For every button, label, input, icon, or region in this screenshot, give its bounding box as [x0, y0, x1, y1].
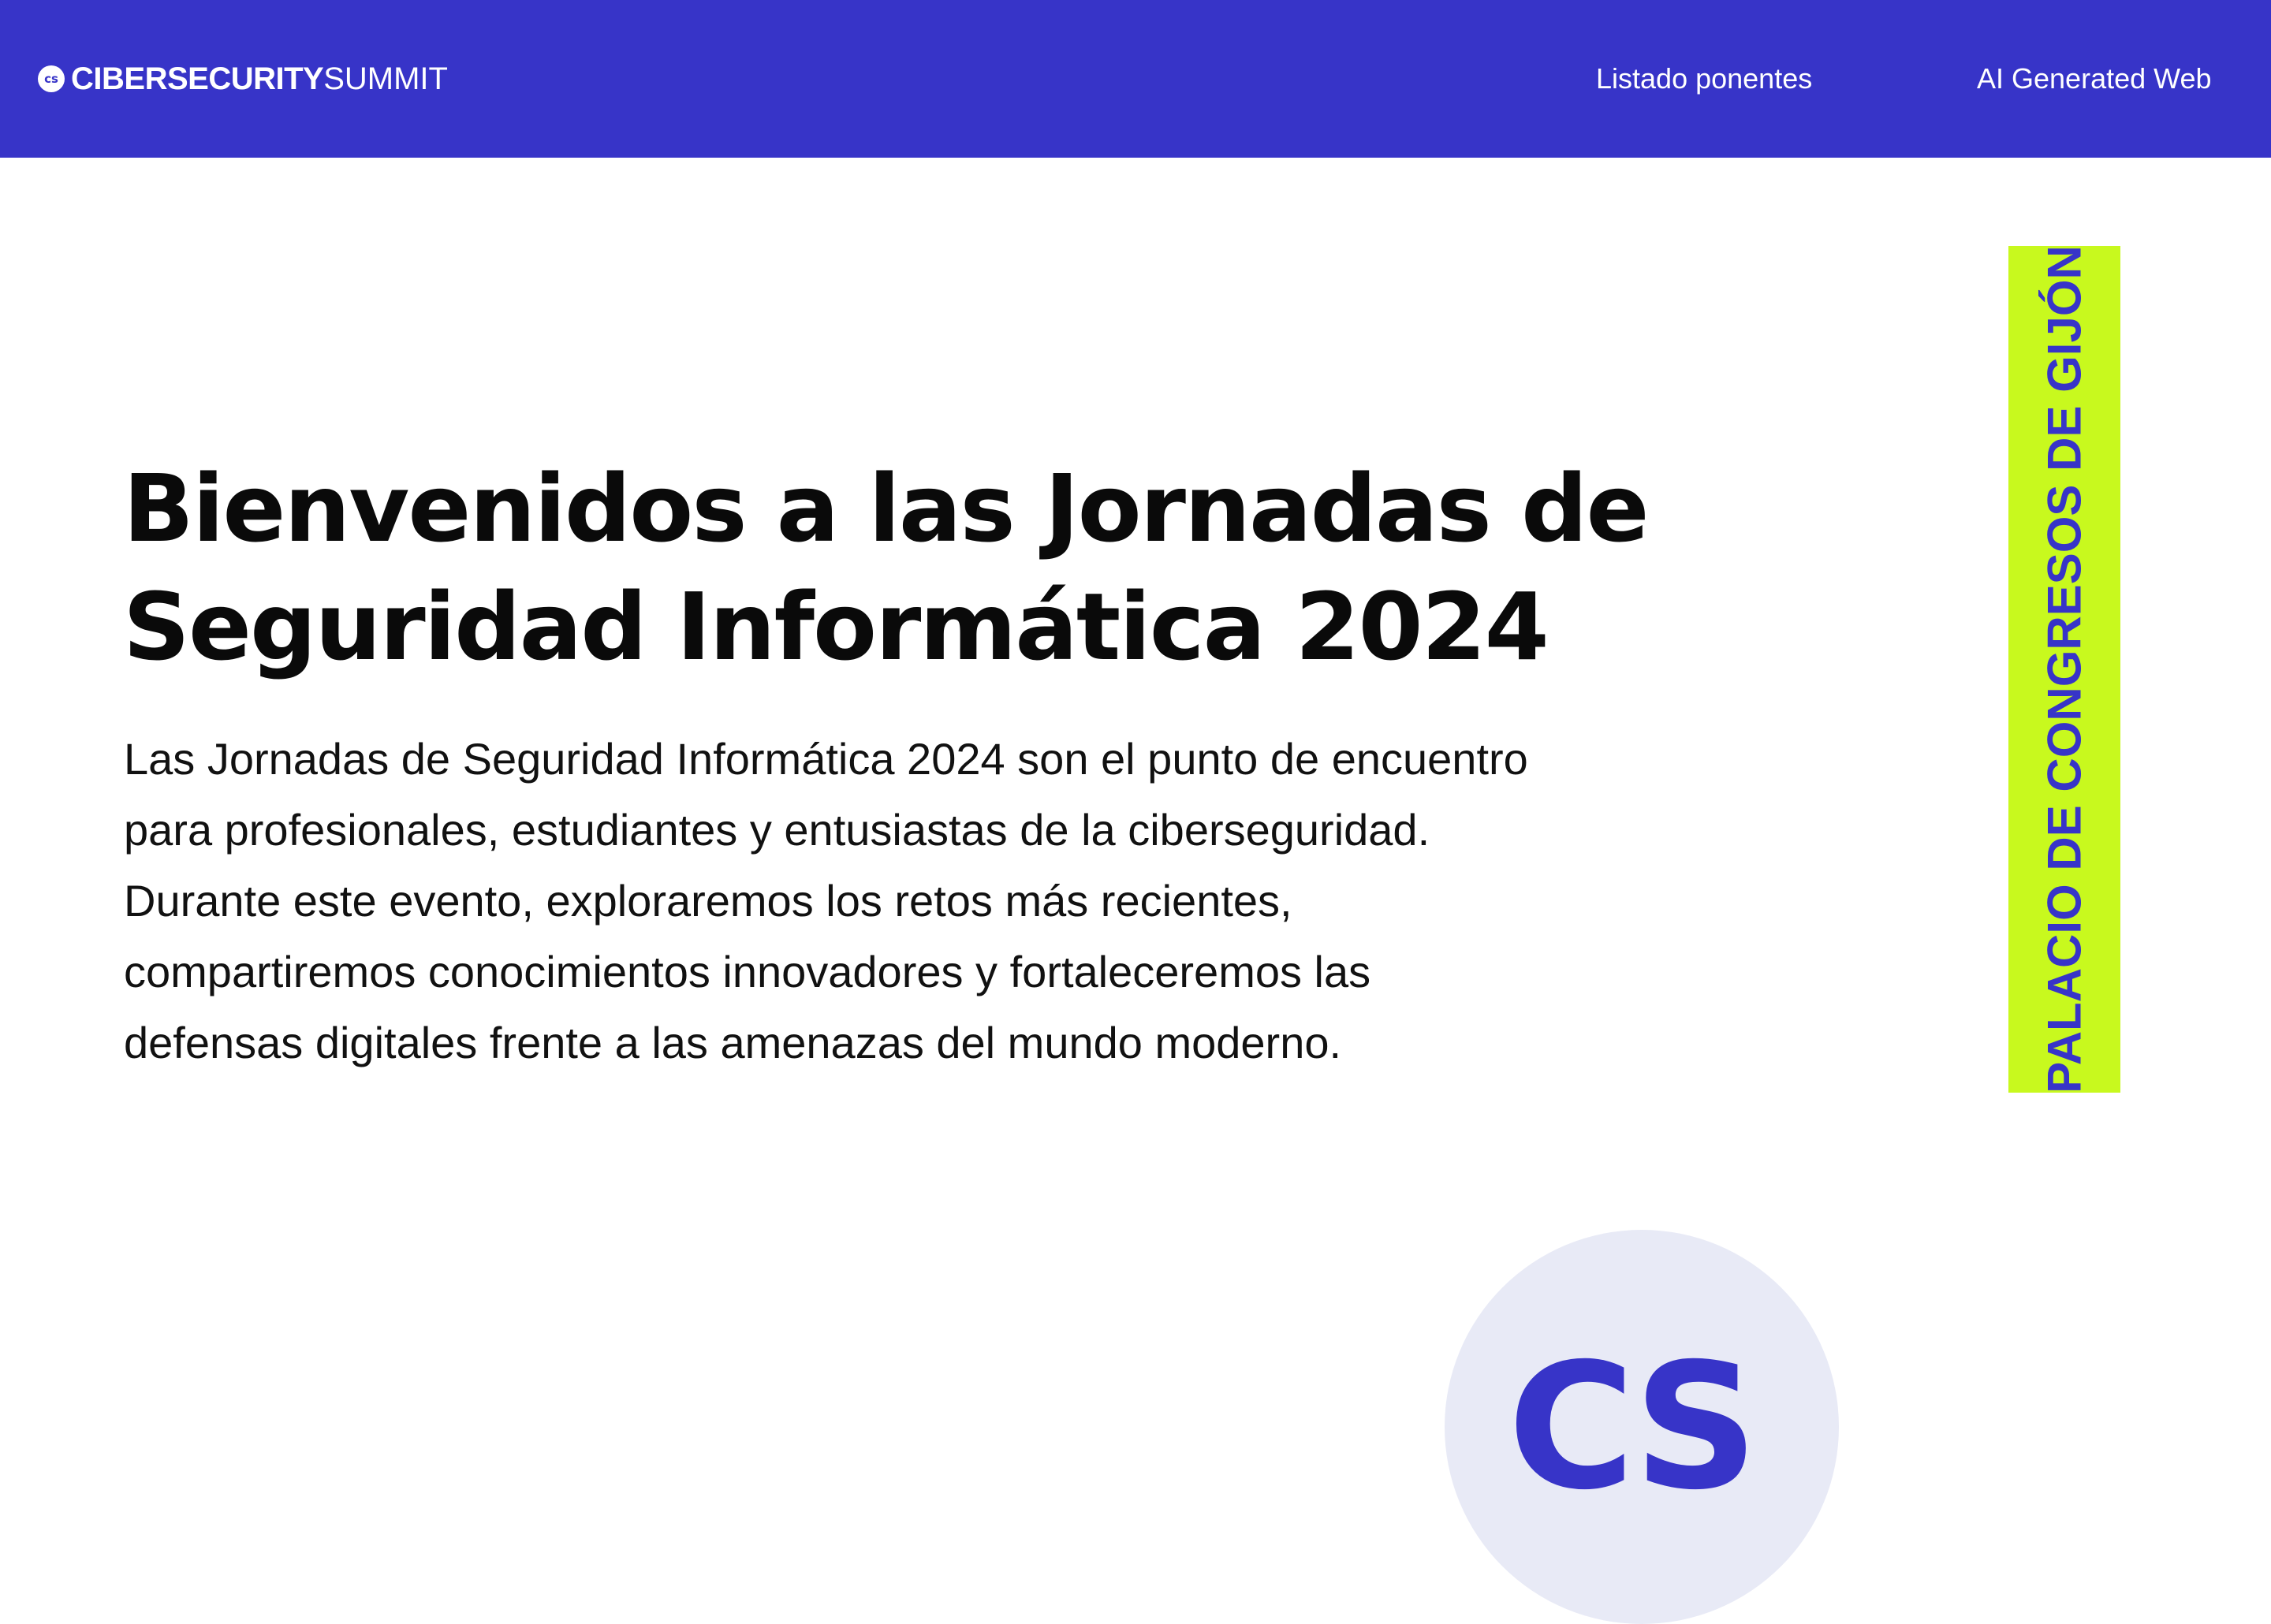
venue-badge-text: PALACIO DE CONGRESOS DE GIJÓN	[2038, 246, 2091, 1093]
hero-description: Las Jornadas de Seguridad Informática 20…	[124, 724, 1669, 1078]
top-navigation-bar: cs CIBERSECURITY SUMMIT Listado ponentes…	[0, 0, 2271, 158]
brand-name-light: SUMMIT	[323, 61, 448, 96]
event-logo-letters: CS	[1508, 1326, 1758, 1528]
event-logo-circle: CS	[1445, 1230, 1839, 1624]
hero-description-line: Durante este evento, exploraremos los re…	[124, 876, 1292, 926]
brand-name-strong: CIBERSECURITY	[71, 61, 324, 96]
nav-link-speakers[interactable]: Listado ponentes	[1596, 60, 1812, 98]
hero-description-line: defensas digitales frente a las amenazas…	[124, 1018, 1342, 1067]
brand-icon: cs	[38, 65, 65, 92]
hero-title: Bienvenidos a las Jornadas de Seguridad …	[123, 449, 1700, 686]
hero-description-line: Las Jornadas de Seguridad Informática 20…	[124, 734, 1528, 784]
hero-title-line: Seguridad Informática 2024	[123, 572, 1549, 681]
venue-badge: PALACIO DE CONGRESOS DE GIJÓN	[2008, 246, 2120, 1093]
hero-description-line: compartiremos conocimientos innovadores …	[124, 947, 1371, 996]
hero-description-line: para profesionales, estudiantes y entusi…	[124, 805, 1430, 855]
nav-link-ai-generated-web[interactable]: AI Generated Web	[1977, 60, 2212, 98]
brand-logo[interactable]: cs CIBERSECURITY SUMMIT	[38, 58, 448, 99]
hero-title-line: Bienvenidos a las Jornadas de	[123, 454, 1649, 563]
